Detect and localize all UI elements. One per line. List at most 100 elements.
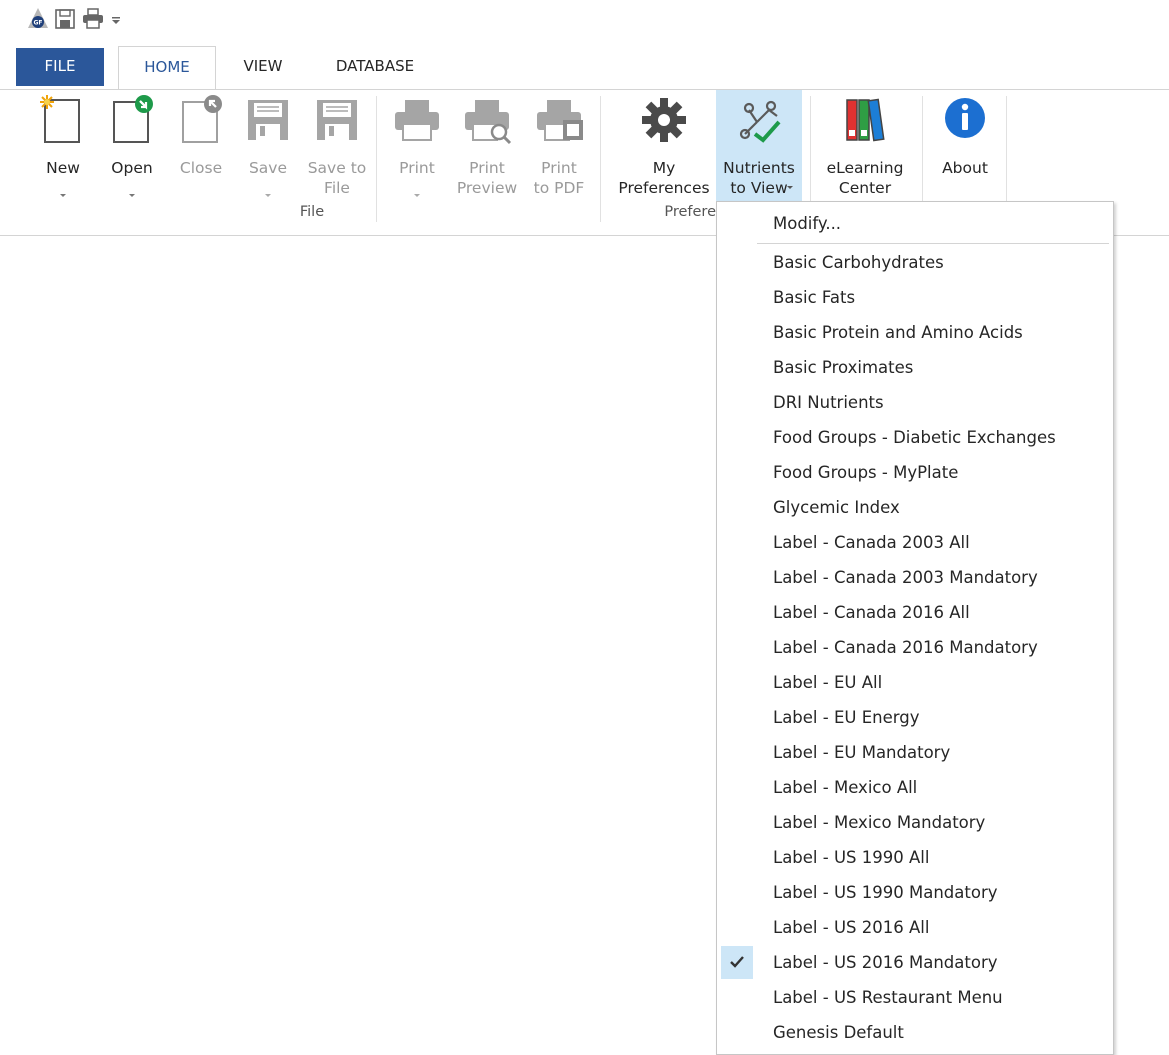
menu-item[interactable]: Label - EU Energy	[717, 700, 1113, 735]
nutrients-to-view-label: Nutrients to View	[723, 159, 795, 197]
menu-item[interactable]: Basic Proximates	[717, 350, 1113, 385]
save-icon	[248, 100, 288, 140]
menu-item[interactable]: DRI Nutrients	[717, 385, 1113, 420]
logo-text: GF	[33, 20, 42, 27]
menu-item-label: Glycemic Index	[773, 498, 900, 517]
save-button[interactable]: Save	[240, 90, 296, 202]
elearning-center-button[interactable]: eLearning Center	[816, 90, 914, 202]
print-button-label: Print	[399, 159, 435, 177]
ribbon-tabs: FILE HOME VIEW DATABASE	[0, 46, 1169, 90]
menu-item[interactable]: Label - US 1990 All	[717, 840, 1113, 875]
menu-item-label: DRI Nutrients	[773, 393, 884, 412]
print-button[interactable]: Print	[386, 90, 448, 202]
new-button[interactable]: New	[34, 90, 92, 202]
my-preferences-button[interactable]: My Preferences	[612, 90, 716, 202]
menu-item-label: Label - Mexico Mandatory	[773, 813, 986, 832]
menu-item-label: Basic Protein and Amino Acids	[773, 323, 1023, 342]
tab-home[interactable]: HOME	[118, 46, 216, 90]
menu-item[interactable]: Label - Canada 2016 All	[717, 595, 1113, 630]
open-document-icon	[113, 95, 153, 143]
menu-item-label: Modify...	[773, 214, 842, 233]
menu-item-label: Basic Fats	[773, 288, 856, 307]
menu-item-label: Label - US 2016 Mandatory	[773, 953, 998, 972]
menu-item-label: Label - Canada 2003 Mandatory	[773, 568, 1038, 587]
checkmark-box	[721, 946, 753, 979]
about-label: About	[942, 159, 988, 177]
menu-item[interactable]: Basic Protein and Amino Acids	[717, 315, 1113, 350]
elearning-center-label: eLearning Center	[826, 159, 904, 197]
save-to-file-icon	[317, 100, 357, 140]
nutrients-to-view-menu: Modify... Basic Carbohydrates Basic Fats…	[716, 201, 1114, 1055]
menu-item[interactable]: Label - EU Mandatory	[717, 735, 1113, 770]
books-icon	[846, 98, 885, 142]
print-to-pdf-label: Print to PDF	[533, 159, 585, 197]
print-icon[interactable]	[82, 6, 104, 30]
print-to-pdf-icon	[537, 100, 583, 141]
about-button[interactable]: About	[928, 90, 1002, 202]
chevron-down-icon	[414, 194, 420, 197]
save-icon[interactable]	[54, 6, 76, 30]
save-to-file-button[interactable]: Save to File	[304, 90, 370, 202]
open-button[interactable]: Open	[102, 90, 162, 202]
menu-item-label: Label - US Restaurant Menu	[773, 988, 1003, 1007]
menu-item[interactable]: Label - Canada 2003 Mandatory	[717, 560, 1113, 595]
menu-item-label: Label - US 1990 Mandatory	[773, 883, 998, 902]
menu-item[interactable]: Label - EU All	[717, 665, 1113, 700]
quick-access-toolbar: GF	[0, 0, 1169, 40]
print-preview-icon	[465, 100, 512, 145]
menu-item[interactable]: Label - US 2016 All	[717, 910, 1113, 945]
tab-view[interactable]: VIEW	[228, 46, 298, 90]
menu-item-checked[interactable]: Label - US 2016 Mandatory	[717, 945, 1113, 980]
info-icon	[945, 98, 985, 138]
menu-item[interactable]: Basic Carbohydrates	[717, 245, 1113, 280]
print-to-pdf-button[interactable]: Print to PDF	[528, 90, 590, 202]
menu-item[interactable]: Label - Canada 2016 Mandatory	[717, 630, 1113, 665]
menu-item-label: Food Groups - Diabetic Exchanges	[773, 428, 1056, 447]
menu-item[interactable]: Label - Mexico Mandatory	[717, 805, 1113, 840]
menu-item[interactable]: Genesis Default	[717, 1015, 1113, 1050]
ribbon-separator	[600, 96, 601, 222]
menu-item[interactable]: Basic Fats	[717, 280, 1113, 315]
gear-icon	[642, 98, 686, 142]
save-to-file-label: Save to File	[307, 159, 367, 197]
print-preview-label: Print Preview	[456, 159, 518, 197]
menu-item-label: Label - Canada 2003 All	[773, 533, 970, 552]
print-preview-button[interactable]: Print Preview	[452, 90, 522, 202]
open-button-label: Open	[111, 159, 153, 177]
menu-item-label: Label - Canada 2016 Mandatory	[773, 638, 1038, 657]
print-icon	[395, 100, 439, 141]
close-button[interactable]: Close	[170, 90, 232, 202]
menu-item-label: Basic Carbohydrates	[773, 253, 944, 272]
menu-item[interactable]: Label - Mexico All	[717, 770, 1113, 805]
chevron-down-icon	[60, 194, 66, 197]
menu-item-label: Food Groups - MyPlate	[773, 463, 959, 482]
menu-item[interactable]: Glycemic Index	[717, 490, 1113, 525]
menu-item[interactable]: Label - US 1990 Mandatory	[717, 875, 1113, 910]
new-button-label: New	[46, 159, 80, 177]
menu-divider	[757, 243, 1109, 244]
menu-item[interactable]: Food Groups - MyPlate	[717, 455, 1113, 490]
nutrients-icon	[739, 100, 781, 143]
menu-item[interactable]: Label - Canada 2003 All	[717, 525, 1113, 560]
tab-file[interactable]: FILE	[16, 48, 104, 86]
menu-item-label: Label - US 1990 All	[773, 848, 930, 867]
menu-item[interactable]: Label - US Restaurant Menu	[717, 980, 1113, 1015]
menu-item[interactable]: Food Groups - Diabetic Exchanges	[717, 420, 1113, 455]
menu-item-label: Basic Proximates	[773, 358, 914, 377]
my-preferences-label: My Preferences	[618, 159, 710, 197]
menu-item-label: Label - Canada 2016 All	[773, 603, 970, 622]
save-button-label: Save	[248, 159, 288, 177]
tab-database[interactable]: DATABASE	[314, 46, 436, 90]
close-document-icon	[182, 95, 222, 143]
menu-item-modify[interactable]: Modify...	[717, 206, 1113, 241]
menu-item-label: Label - EU Energy	[773, 708, 920, 727]
chevron-down-icon	[129, 194, 135, 197]
close-button-label: Close	[179, 159, 223, 177]
preferences-group-label: Prefere	[664, 204, 716, 220]
menu-item-label: Label - Mexico All	[773, 778, 918, 797]
customize-dropdown-icon[interactable]	[108, 6, 124, 30]
menu-item-label: Genesis Default	[773, 1023, 904, 1042]
menu-item-label: Label - US 2016 All	[773, 918, 930, 937]
chevron-down-icon	[787, 186, 793, 189]
genesis-logo-icon: GF	[28, 8, 48, 28]
